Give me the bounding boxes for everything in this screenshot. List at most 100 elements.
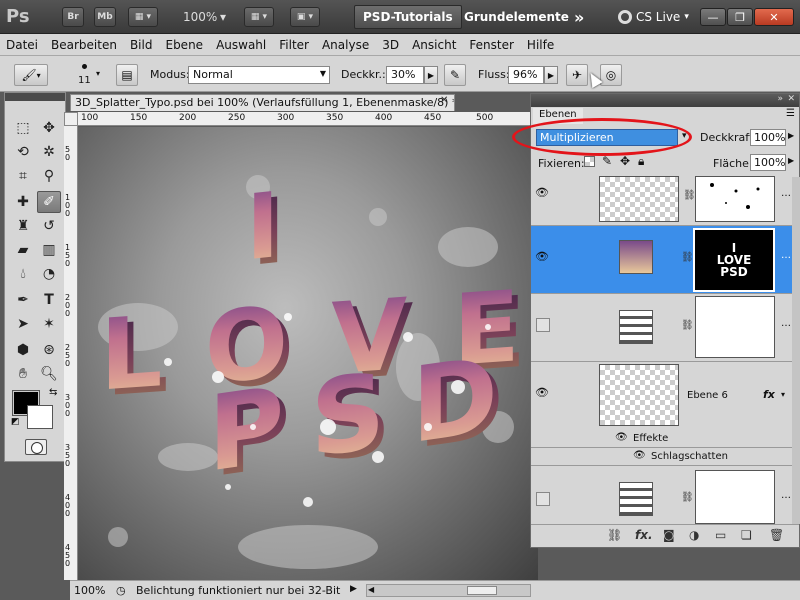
panel-header[interactable]: » ✕: [531, 94, 799, 107]
lock-pixels-icon[interactable]: ✎: [602, 154, 612, 168]
blend-mode-select[interactable]: Multiplizieren: [536, 129, 678, 146]
layer-expand-icon[interactable]: ▾: [781, 390, 785, 399]
3d-camera-tool-icon[interactable]: ⊛: [37, 339, 61, 361]
crop-tool-icon[interactable]: ⌗: [11, 165, 35, 187]
new-layer-icon[interactable]: ❏: [741, 528, 752, 542]
move-tool-icon[interactable]: ✥: [37, 117, 61, 139]
close-button[interactable]: ✕: [754, 8, 794, 26]
menu-hilfe[interactable]: Hilfe: [527, 38, 554, 52]
visibility-toggle-empty[interactable]: [536, 318, 550, 332]
cs-live-button[interactable]: CS Live ▾: [610, 5, 697, 29]
menu-bild[interactable]: Bild: [130, 38, 153, 52]
menu-fenster[interactable]: Fenster: [469, 38, 514, 52]
menu-filter[interactable]: Filter: [279, 38, 309, 52]
workspace-psd-tutorials[interactable]: PSD-Tutorials: [354, 5, 462, 29]
ruler-origin[interactable]: [64, 112, 78, 126]
workspace-grundelemente[interactable]: Grundelemente: [456, 5, 577, 29]
hand-tool-icon[interactable]: ✋︎: [11, 363, 35, 385]
drop-shadow-row[interactable]: 👁︎ Schlagschatten: [531, 448, 792, 466]
mask-link-icon[interactable]: ⛓: [681, 320, 694, 331]
mask-link-icon[interactable]: ⛓: [681, 492, 694, 503]
drop-shadow-eye-icon[interactable]: 👁︎: [633, 450, 646, 461]
zoom-level[interactable]: 100%: [183, 10, 217, 24]
opacity-slider-icon[interactable]: ▶: [424, 66, 438, 84]
layer-options-icon[interactable]: …: [781, 188, 791, 199]
opacity-input[interactable]: 30%: [386, 66, 424, 84]
layer-fx-icon[interactable]: fx: [763, 388, 775, 401]
quick-mask-icon[interactable]: [25, 439, 47, 455]
background-color-swatch[interactable]: [27, 405, 53, 429]
lock-transparency-icon[interactable]: [584, 156, 595, 167]
effects-row[interactable]: 👁︎ Effekte: [531, 430, 792, 448]
visibility-eye-icon[interactable]: 👁︎: [535, 250, 551, 264]
visibility-eye-icon[interactable]: 👁︎: [535, 386, 551, 400]
tablet-pressure-opacity-icon[interactable]: ✎: [444, 64, 466, 86]
layer-options-icon[interactable]: …: [781, 250, 791, 261]
dodge-tool-icon[interactable]: ◔: [37, 263, 61, 285]
menu-analyse[interactable]: Analyse: [322, 38, 369, 52]
view-extras-button[interactable]: ▦ ▾: [128, 7, 158, 27]
status-info-icon[interactable]: ◷: [116, 584, 126, 597]
more-workspaces-icon[interactable]: »: [566, 5, 592, 29]
arrange-documents-button[interactable]: ▦ ▾: [244, 7, 274, 27]
document-close-icon[interactable]: ✕: [440, 95, 448, 106]
restore-button[interactable]: ❐: [727, 8, 753, 26]
mode-select[interactable]: Normal ▼: [188, 66, 330, 84]
marquee-tool-icon[interactable]: ⬚: [11, 117, 35, 139]
menu-ebene[interactable]: Ebene: [165, 38, 203, 52]
layer-mask-thumbnail[interactable]: [695, 176, 775, 222]
layer-row[interactable]: ⛓ …: [531, 466, 792, 524]
layer-row[interactable]: 👁︎ ⛓ …: [531, 176, 792, 226]
healing-brush-tool-icon[interactable]: ✚: [11, 191, 35, 213]
layers-tab[interactable]: Ebenen: [533, 108, 583, 124]
gradient-tool-icon[interactable]: ▥: [37, 239, 61, 261]
delete-layer-icon[interactable]: 🗑︎: [769, 528, 784, 542]
layer-opacity-input[interactable]: 100%: [750, 129, 786, 146]
tool-preset-picker[interactable]: 🖌︎ ▾: [14, 64, 48, 86]
minimize-button[interactable]: —: [700, 8, 726, 26]
blend-mode-dropdown-icon[interactable]: ▾: [682, 131, 687, 141]
menu-bearbeiten[interactable]: Bearbeiten: [51, 38, 117, 52]
brush-panel-toggle-icon[interactable]: ▤: [116, 64, 138, 86]
status-zoom[interactable]: 100%: [74, 584, 105, 597]
magic-wand-tool-icon[interactable]: ✲: [37, 141, 61, 163]
type-tool-icon[interactable]: T: [37, 289, 61, 311]
toolbox-header[interactable]: [5, 93, 65, 101]
default-colors-icon[interactable]: ◩: [11, 417, 20, 427]
layer-fill-input[interactable]: 100%: [750, 154, 786, 171]
menu-ansicht[interactable]: Ansicht: [412, 38, 456, 52]
layer-row-ebene-6[interactable]: 👁︎ Ebene 6 fx ▾: [531, 362, 792, 430]
layer-mask-thumbnail[interactable]: [695, 296, 775, 358]
layer-row[interactable]: ⛓ …: [531, 294, 792, 362]
blur-tool-icon[interactable]: 💧︎: [11, 263, 35, 285]
lock-position-icon[interactable]: ✥: [620, 154, 630, 168]
brush-picker[interactable]: 11 ▾: [74, 61, 104, 89]
bridge-button[interactable]: Br: [62, 7, 84, 27]
visibility-toggle-empty[interactable]: [536, 492, 550, 506]
eyedropper-tool-icon[interactable]: ⚲: [37, 165, 61, 187]
path-selection-tool-icon[interactable]: ➤: [11, 313, 35, 335]
menu-3d[interactable]: 3D: [382, 38, 399, 52]
layer-name[interactable]: Ebene 6: [687, 390, 728, 401]
scroll-thumb[interactable]: [467, 586, 497, 595]
eraser-tool-icon[interactable]: ▰: [11, 239, 35, 261]
custom-shape-tool-icon[interactable]: ✶: [37, 313, 61, 335]
link-layers-icon[interactable]: ⛓: [607, 528, 622, 542]
flow-slider-icon[interactable]: ▶: [544, 66, 558, 84]
brush-tool-icon[interactable]: ✐: [37, 191, 61, 213]
document-canvas[interactable]: I I LOVE LOVE PSD PSD: [78, 127, 538, 580]
screen-mode-button[interactable]: ▣ ▾: [290, 7, 320, 27]
effects-eye-icon[interactable]: 👁︎: [615, 432, 628, 443]
mini-bridge-button[interactable]: Mb: [94, 7, 116, 27]
mask-link-icon[interactable]: ⛓: [683, 190, 696, 201]
horizontal-ruler[interactable]: 100 150 200 250 300 350 400 450 500: [78, 112, 538, 126]
3d-rotate-tool-icon[interactable]: ⬢: [11, 339, 35, 361]
zoom-dropdown-icon[interactable]: ▾: [220, 10, 226, 24]
new-group-icon[interactable]: ▭: [715, 528, 726, 542]
visibility-eye-icon[interactable]: 👁︎: [535, 186, 551, 200]
menu-auswahl[interactable]: Auswahl: [216, 38, 266, 52]
swap-colors-icon[interactable]: ⇆: [49, 387, 57, 398]
mask-link-icon[interactable]: ⛓: [681, 252, 694, 263]
panel-menu-icon[interactable]: ☰: [786, 108, 795, 119]
layer-fill-arrow-icon[interactable]: ▶: [788, 156, 794, 165]
